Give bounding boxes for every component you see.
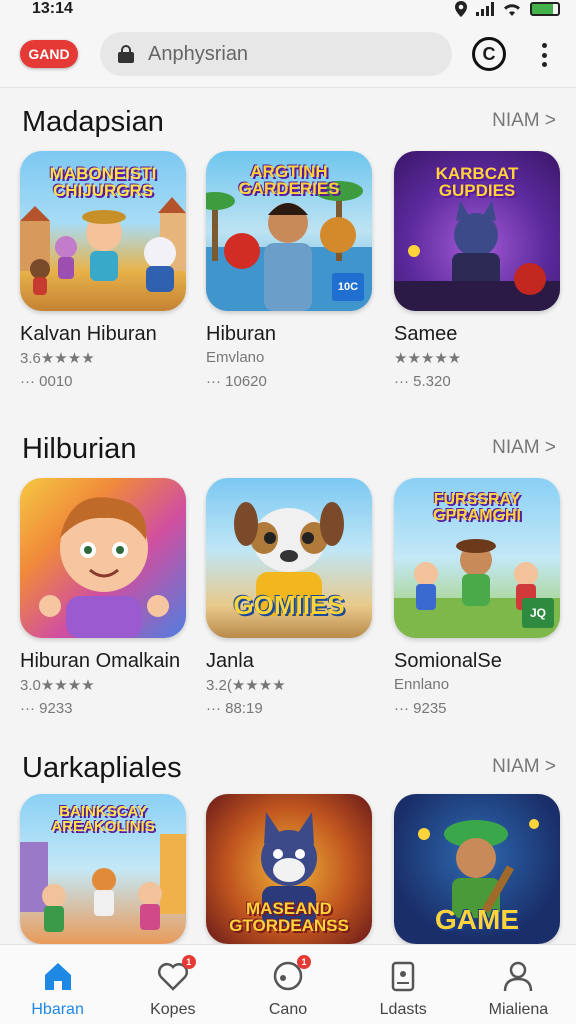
app-thumbnail: MABONEISTI CHIJURGRS	[20, 151, 186, 311]
nav-item-profile[interactable]: Mialiena	[461, 945, 576, 1024]
app-downloads: ··· 9235	[394, 700, 447, 717]
disc-icon: 1	[271, 955, 311, 993]
app-tile[interactable]: GOMIIES Janla 3.2(★★★★ ··· 88:19	[206, 478, 372, 717]
thumbnail-title: MASEAND GTORDEANSS	[229, 899, 349, 935]
thumbnail-title: GOMIIES	[233, 590, 345, 620]
app-rating: 3.0★★★★	[20, 677, 95, 694]
nav-label: Mialiena	[488, 1001, 549, 1018]
app-subtitle: Ennlano	[394, 676, 450, 693]
section-title: Hilburian	[22, 433, 137, 465]
status-icons	[454, 1, 560, 17]
nav-item-home[interactable]: Hbaran	[0, 945, 115, 1024]
see-more-link[interactable]: NIAM >	[492, 437, 556, 459]
app-rating: 3.2(★★★★	[206, 677, 286, 694]
section-1: Madapsian NIAM > MABONEISTI CHIJURGRS Ka…	[0, 106, 576, 396]
nav-item-games[interactable]: 1 Cano	[230, 945, 345, 1024]
app-thumbnail	[20, 478, 186, 638]
app-tile[interactable]: MASEAND GTORDEANSS	[206, 794, 372, 944]
refresh-icon[interactable]: C	[472, 37, 506, 71]
app-downloads: ··· 5.320	[394, 373, 451, 390]
heart-icon: 1	[156, 955, 196, 993]
see-more-link[interactable]: NIAM >	[492, 110, 556, 132]
battery-icon	[530, 2, 560, 16]
notification-badge: 1	[297, 955, 311, 969]
app-thumbnail: FURSSRAY GPRAMGHI JQ	[394, 478, 560, 638]
app-name: Hiburan	[206, 323, 277, 345]
app-thumbnail: ARGTINH GARDERIES 10C	[206, 151, 372, 311]
bottom-nav: Hbaran 1 Kopes 1 Cano Ldasts Mialiena	[0, 944, 576, 1024]
thumbnail-title: FURSSRAY GPRAMGHI	[433, 491, 521, 524]
device-icon	[391, 961, 415, 992]
app-downloads: ··· 9233	[20, 700, 73, 717]
url-text: Anphysrian	[148, 42, 249, 65]
app-name: Kalvan Hiburan	[20, 323, 157, 345]
app-tile[interactable]: MABONEISTI CHIJURGRS Kalvan Hiburan 3.6★…	[20, 151, 186, 390]
nav-label: Hbaran	[31, 1001, 84, 1018]
nav-label: Kopes	[150, 1001, 196, 1018]
nav-label: Ldasts	[379, 1001, 427, 1018]
app-downloads: ··· 10620	[206, 373, 267, 390]
browser-bar: GAND Anphysrian C	[0, 22, 576, 88]
thumbnail-title: BAINKSCAY AREAKOLINIS	[51, 803, 155, 835]
wifi-icon	[504, 4, 520, 16]
app-thumbnail: MASEAND GTORDEANSS	[206, 794, 372, 944]
thumbnail-title: KARBCAT GUPDIES	[435, 164, 519, 200]
app-downloads: ··· 0010	[20, 373, 73, 390]
home-icon	[44, 963, 71, 990]
notification-badge: 1	[181, 955, 196, 969]
see-more-link[interactable]: NIAM >	[492, 756, 556, 778]
app-subtitle: Emvlano	[206, 349, 265, 366]
app-logo[interactable]: GAND	[20, 40, 78, 68]
app-name: Hiburan Omalkain	[20, 650, 181, 672]
nav-item-lists[interactable]: Ldasts	[346, 945, 461, 1024]
thumbnail-badge: 10C	[332, 273, 364, 301]
app-tile[interactable]: KARBCAT GUPDIES Samee ★★★★★ ··· 5.320	[394, 151, 560, 390]
boy-character-illustration	[39, 497, 169, 638]
thumbnail-title: GAME	[435, 904, 519, 935]
lock-icon	[118, 45, 134, 63]
thumbnail-badge: JQ	[522, 598, 554, 628]
app-downloads: ··· 88:19	[206, 700, 263, 717]
thumbnail-title: MABONEISTI CHIJURGRS	[49, 164, 157, 200]
app-thumbnail: GOMIIES	[206, 478, 372, 638]
app-tile[interactable]: BAINKSCAY AREAKOLINIS	[20, 794, 186, 944]
app-tile[interactable]: FURSSRAY GPRAMGHI JQ SomionalSe Ennlano …	[394, 478, 560, 717]
section-3: Uarkapliales NIAM > BAINKSCAY AREAKOLINI…	[0, 752, 576, 944]
app-rating: ★★★★★	[394, 350, 462, 367]
app-name: Janla	[206, 650, 254, 672]
app-rating: 3.6★★★★	[20, 350, 95, 367]
app-name: Samee	[394, 323, 458, 345]
app-thumbnail: KARBCAT GUPDIES	[394, 151, 560, 311]
status-time: 13:14	[32, 0, 73, 17]
section-title: Uarkapliales	[22, 752, 182, 784]
nav-label: Cano	[268, 1001, 308, 1018]
app-thumbnail: GAME	[394, 794, 560, 944]
status-bar: 13:14	[0, 0, 576, 22]
menu-kebab-icon[interactable]	[538, 40, 550, 70]
nav-item-favorites[interactable]: 1 Kopes	[115, 945, 230, 1024]
app-name: SomionalSe	[394, 650, 502, 672]
app-thumbnail: BAINKSCAY AREAKOLINIS	[20, 794, 186, 944]
url-bar[interactable]: Anphysrian	[100, 32, 452, 76]
app-tile[interactable]: ARGTINH GARDERIES 10C Hiburan Emvlano ··…	[206, 151, 372, 390]
location-icon	[455, 1, 467, 17]
app-tile[interactable]: Hiburan Omalkain 3.0★★★★ ··· 9233	[20, 478, 186, 717]
section-2: Hilburian NIAM > Hiburan Omalkain 3.0★★★…	[0, 433, 576, 723]
section-title: Madapsian	[22, 106, 164, 138]
profile-icon	[504, 961, 533, 992]
signal-icon	[476, 2, 494, 16]
app-tile[interactable]: GAME	[394, 794, 560, 944]
thumbnail-title: ARGTINH GARDERIES	[238, 162, 340, 198]
